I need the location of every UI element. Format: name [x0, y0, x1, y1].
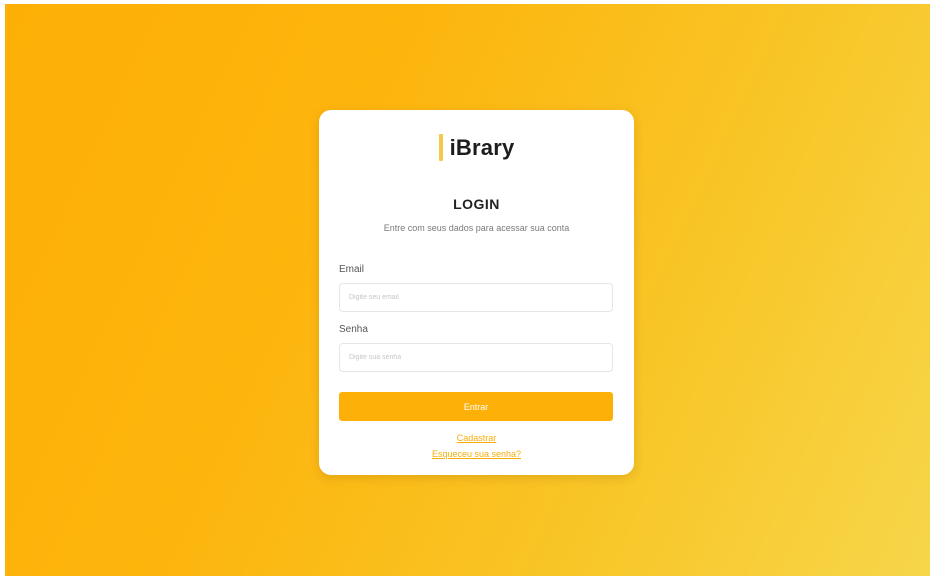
login-card: iBrary LOGIN Entre com seus dados para a…: [319, 110, 634, 475]
email-field[interactable]: [339, 283, 613, 312]
background: iBrary LOGIN Entre com seus dados para a…: [5, 4, 930, 576]
brand-accent-bar: [438, 134, 443, 161]
register-link[interactable]: Cadastrar: [319, 433, 634, 443]
password-field[interactable]: [339, 343, 613, 372]
password-label: Senha: [339, 324, 368, 335]
brand-logo: iBrary: [319, 134, 634, 164]
email-label: Email: [339, 264, 365, 275]
forgot-password-link[interactable]: Esqueceu sua senha?: [319, 449, 634, 459]
login-button[interactable]: Entrar: [339, 392, 613, 421]
brand-name: iBrary: [449, 134, 515, 160]
page-subtitle: Entre com seus dados para acessar sua co…: [383, 223, 570, 233]
page-title: LOGIN: [453, 196, 500, 212]
brand-inner: iBrary: [438, 134, 515, 161]
